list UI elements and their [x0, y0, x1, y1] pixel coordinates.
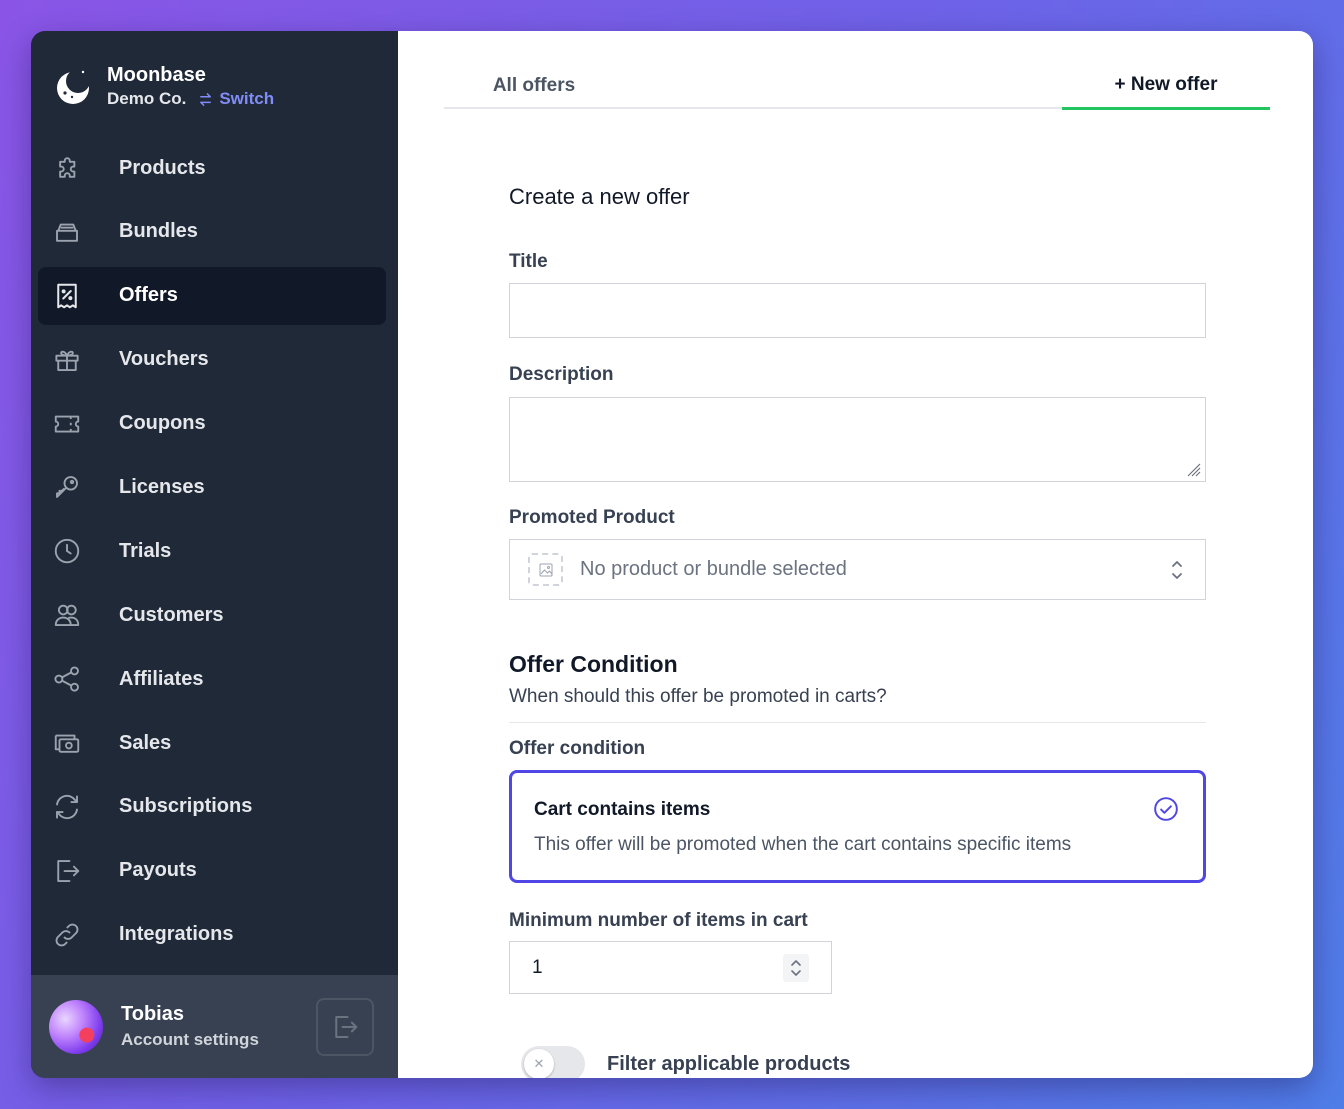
- promoted-product-placeholder: No product or bundle selected: [580, 558, 847, 580]
- box-icon: [51, 216, 83, 248]
- condition-option-cart-contains-items[interactable]: Cart contains items This offer will be p…: [509, 770, 1206, 883]
- sidebar-item-licenses[interactable]: Licenses: [38, 458, 386, 516]
- min-items-input[interactable]: 1: [509, 941, 832, 994]
- users-icon: [51, 599, 83, 631]
- condition-option-title: Cart contains items: [534, 799, 711, 820]
- promoted-product-select[interactable]: No product or bundle selected: [509, 539, 1206, 600]
- offer-tabs: All offers + New offer: [444, 63, 1270, 110]
- sidebar-item-customers[interactable]: Customers: [38, 586, 386, 644]
- sidebar-item-trials[interactable]: Trials: [38, 522, 386, 580]
- sidebar-item-coupons[interactable]: Coupons: [38, 395, 386, 453]
- description-textarea[interactable]: [509, 397, 1206, 482]
- sidebar-item-label: Subscriptions: [119, 795, 253, 818]
- sidebar-item-label: Sales: [119, 731, 172, 754]
- cash-icon: [51, 727, 83, 759]
- image-placeholder-icon: [528, 553, 563, 586]
- offer-condition-section-title: Offer Condition: [509, 651, 678, 677]
- condition-option-description: This offer will be promoted when the car…: [534, 834, 1072, 855]
- org-name: Demo Co.: [107, 89, 187, 108]
- brand-name: Moonbase: [107, 64, 206, 86]
- switch-label: Switch: [219, 89, 275, 108]
- arrow-right-box-icon: [51, 855, 83, 887]
- sidebar-item-integrations[interactable]: Integrations: [38, 906, 386, 964]
- clock-icon: [51, 535, 83, 567]
- sidebar-nav: Products Bundles Offers Vouchers Coupons…: [38, 139, 386, 970]
- sidebar-item-label: Affiliates: [119, 667, 204, 690]
- chevron-up-down-icon: [1172, 561, 1182, 579]
- main-content: All offers + New offer Create a new offe…: [398, 31, 1313, 1078]
- sidebar: Moonbase Demo Co. Switch Products Bundle…: [31, 31, 398, 1078]
- ticket-icon: [51, 408, 83, 440]
- gift-icon: [51, 344, 83, 376]
- sidebar-item-subscriptions[interactable]: Subscriptions: [38, 778, 386, 836]
- section-divider: [509, 722, 1206, 723]
- description-label: Description: [509, 364, 614, 385]
- sidebar-item-bundles[interactable]: Bundles: [38, 203, 386, 261]
- puzzle-icon: [51, 152, 83, 184]
- number-stepper[interactable]: [783, 954, 809, 982]
- x-icon: ✕: [524, 1049, 554, 1078]
- sidebar-item-label: Payouts: [119, 859, 197, 882]
- moon-logo-icon: [57, 69, 90, 104]
- sidebar-item-affiliates[interactable]: Affiliates: [38, 650, 386, 708]
- title-label: Title: [509, 251, 548, 272]
- sidebar-item-label: Licenses: [119, 475, 205, 498]
- filter-products-label: Filter applicable products: [607, 1052, 851, 1075]
- link-icon: [51, 919, 83, 951]
- user-account-bar[interactable]: Tobias Account settings: [31, 975, 398, 1078]
- sidebar-item-products[interactable]: Products: [38, 139, 386, 197]
- title-input[interactable]: [509, 283, 1206, 338]
- share-icon: [51, 663, 83, 695]
- switch-org-link[interactable]: Switch: [198, 89, 274, 109]
- offer-condition-section-subtitle: When should this offer be promoted in ca…: [509, 686, 887, 707]
- key-icon: [51, 471, 83, 503]
- promoted-product-label: Promoted Product: [509, 507, 675, 528]
- app-window: Moonbase Demo Co. Switch Products Bundle…: [31, 31, 1313, 1078]
- form-heading: Create a new offer: [509, 184, 690, 209]
- sidebar-item-label: Offers: [119, 284, 178, 307]
- resize-handle-icon[interactable]: [1185, 461, 1201, 477]
- offer-condition-label: Offer condition: [509, 738, 646, 759]
- sidebar-item-label: Integrations: [119, 923, 234, 946]
- account-settings-link[interactable]: Account settings: [121, 1030, 259, 1050]
- logout-icon: [335, 1016, 358, 1038]
- sidebar-item-label: Customers: [119, 603, 224, 626]
- min-items-label: Minimum number of items in cart: [509, 910, 808, 931]
- sidebar-item-label: Bundles: [119, 220, 198, 243]
- sidebar-item-offers[interactable]: Offers: [38, 266, 386, 325]
- brand: Moonbase Demo Co. Switch: [53, 63, 274, 109]
- check-circle-icon: [1154, 797, 1178, 821]
- avatar: [49, 999, 103, 1054]
- chevron-up-down-icon: [791, 960, 801, 976]
- sidebar-item-label: Products: [119, 156, 206, 179]
- tab-new-offer[interactable]: + New offer: [1062, 63, 1270, 110]
- sidebar-item-payouts[interactable]: Payouts: [38, 842, 386, 900]
- sidebar-item-label: Coupons: [119, 412, 206, 435]
- user-name: Tobias: [121, 1003, 184, 1025]
- logout-button[interactable]: [316, 998, 374, 1056]
- sidebar-item-sales[interactable]: Sales: [38, 714, 386, 772]
- filter-products-row: ✕ Filter applicable products: [521, 1046, 850, 1078]
- sidebar-item-label: Vouchers: [119, 348, 209, 371]
- refresh-icon: [51, 791, 83, 823]
- sidebar-item-label: Trials: [119, 539, 172, 562]
- filter-products-toggle[interactable]: ✕: [521, 1046, 585, 1078]
- swap-arrows-icon: [200, 92, 212, 106]
- receipt-percent-icon: [51, 280, 83, 312]
- tab-all-offers[interactable]: All offers: [444, 63, 624, 109]
- sidebar-item-vouchers[interactable]: Vouchers: [38, 331, 386, 389]
- min-items-value: 1: [532, 956, 543, 978]
